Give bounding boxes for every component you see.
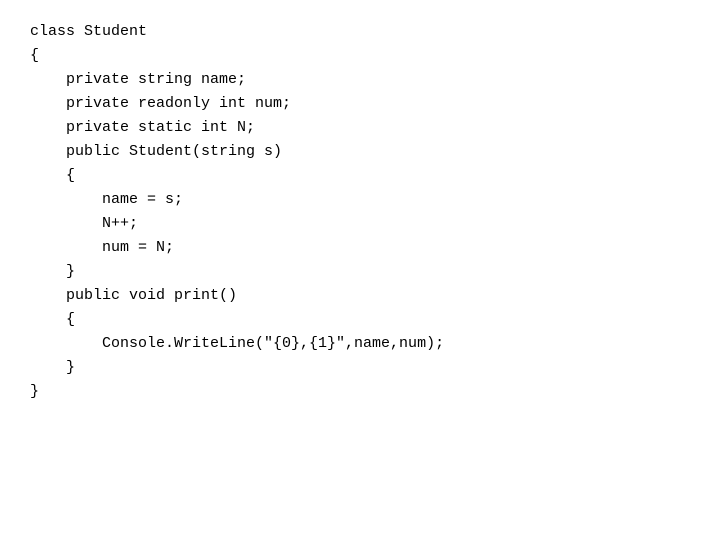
code-line: public Student(string s)	[30, 140, 690, 164]
code-block: class Student{ private string name; priv…	[30, 20, 690, 404]
code-line: {	[30, 164, 690, 188]
code-line: class Student	[30, 20, 690, 44]
code-line: private string name;	[30, 68, 690, 92]
code-line: N++;	[30, 212, 690, 236]
code-line: public void print()	[30, 284, 690, 308]
code-line: private static int N;	[30, 116, 690, 140]
code-line: {	[30, 308, 690, 332]
code-line: {	[30, 44, 690, 68]
code-line: num = N;	[30, 236, 690, 260]
code-line: }	[30, 380, 690, 404]
code-display: class Student{ private string name; priv…	[0, 0, 720, 540]
code-line: Console.WriteLine("{0},{1}",name,num);	[30, 332, 690, 356]
code-line: private readonly int num;	[30, 92, 690, 116]
code-line: name = s;	[30, 188, 690, 212]
code-line: }	[30, 260, 690, 284]
code-line: }	[30, 356, 690, 380]
